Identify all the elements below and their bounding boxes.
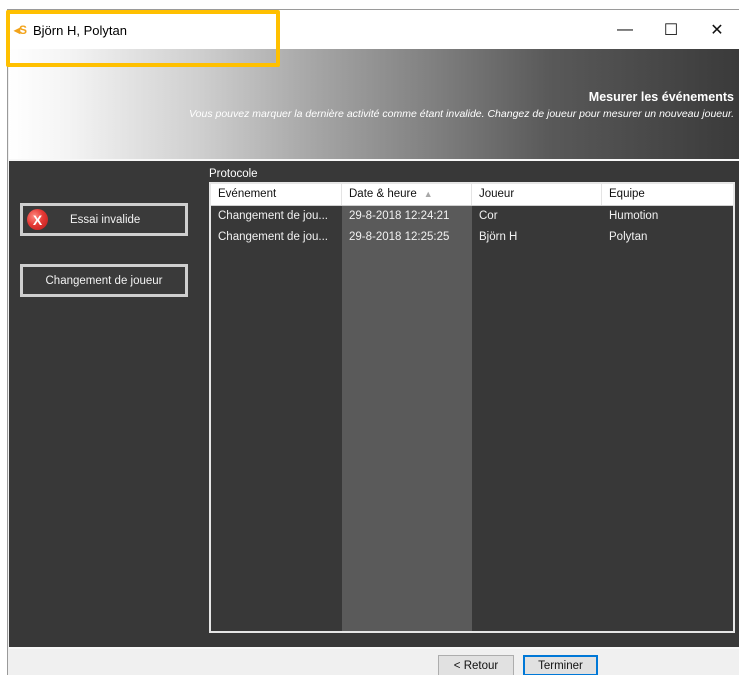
maximize-button[interactable]: ☐	[649, 10, 693, 49]
back-button[interactable]: < Retour	[438, 655, 514, 675]
minimize-button[interactable]: —	[603, 10, 647, 49]
sorted-column-highlight	[342, 206, 472, 631]
cell-team: Polytan	[609, 231, 648, 243]
cell-player: Björn H	[479, 231, 518, 243]
cell-event: Changement de jou...	[218, 210, 328, 222]
invalid-x-icon: X	[27, 209, 48, 230]
finish-button[interactable]: Terminer	[523, 655, 598, 675]
column-header-team[interactable]: Equipe	[602, 184, 733, 205]
page-title: Mesurer les événements	[588, 90, 734, 104]
column-header-datetime-label: Date & heure	[349, 188, 417, 200]
table-header: Evénement Date & heure ▲ Joueur Equipe	[211, 184, 733, 206]
protocol-label: Protocole	[209, 168, 258, 180]
column-header-player[interactable]: Joueur	[472, 184, 602, 205]
cell-datetime: 29-8-2018 12:25:25	[349, 231, 450, 243]
cell-event: Changement de jou...	[218, 231, 328, 243]
invalid-attempt-label: Essai invalide	[70, 214, 141, 226]
sort-ascending-icon: ▲	[423, 189, 433, 199]
invalid-attempt-button[interactable]: X Essai invalide	[20, 203, 188, 236]
table-row[interactable]: Changement de jou... 29-8-2018 12:24:21 …	[211, 206, 733, 227]
protocol-table[interactable]: Evénement Date & heure ▲ Joueur Equipe Ch…	[209, 182, 735, 633]
page-header: Mesurer les événements Vous pouvez marqu…	[9, 49, 739, 159]
page-subtitle: Vous pouvez marquer la dernière activité…	[189, 108, 734, 120]
close-button[interactable]: ✕	[695, 10, 739, 49]
window-title: Björn H, Polytan	[33, 23, 127, 38]
cell-player: Cor	[479, 210, 498, 222]
change-player-button[interactable]: Changement de joueur	[20, 264, 188, 297]
column-header-event[interactable]: Evénement	[211, 184, 342, 205]
cell-datetime: 29-8-2018 12:24:21	[349, 210, 450, 222]
table-row[interactable]: Changement de jou... 29-8-2018 12:25:25 …	[211, 227, 733, 248]
app-window: ◂S Björn H, Polytan — ☐ ✕ Mesurer les év…	[7, 9, 739, 675]
app-logo-icon: ◂S	[14, 23, 27, 37]
title-bar: ◂S Björn H, Polytan — ☐ ✕	[8, 10, 739, 49]
column-header-datetime[interactable]: Date & heure ▲	[342, 184, 472, 205]
cell-team: Humotion	[609, 210, 659, 222]
main-panel: X Essai invalide Changement de joueur Pr…	[9, 159, 739, 649]
footer-bar: < Retour Terminer	[9, 649, 739, 675]
